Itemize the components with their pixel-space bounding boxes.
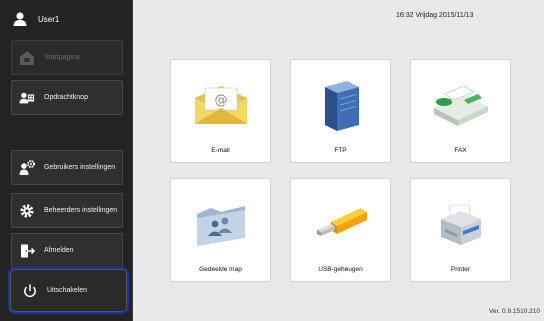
user-settings-icon (19, 159, 35, 176)
printer-tile[interactable]: Printer (410, 178, 511, 282)
shutdown-button[interactable]: Uitschakelen (8, 267, 129, 314)
logout-icon (19, 243, 35, 259)
usb-tile[interactable]: USB-geheugen (290, 178, 391, 282)
logout-label: Afmelden (44, 247, 74, 254)
usb-label: USB-geheugen (318, 266, 363, 273)
ftp-label: FTP (334, 147, 347, 154)
logout-button[interactable]: Afmelden (11, 233, 123, 268)
job-label: Opdrachtknop (44, 94, 88, 101)
email-icon: @ (171, 76, 270, 134)
version-label: Ver. 0.9.1510.210 (489, 308, 540, 315)
ftp-server-icon (291, 76, 390, 134)
printer-icon (411, 195, 510, 253)
email-tile[interactable]: @ E-mail (170, 59, 271, 163)
ftp-tile[interactable]: FTP (290, 59, 391, 163)
user-info: User1 (12, 6, 59, 32)
email-label: E-mail (211, 147, 230, 154)
printer-label: Printer (450, 266, 471, 273)
shared-folder-icon (171, 195, 270, 253)
svg-text:@: @ (214, 93, 227, 108)
usb-icon (291, 195, 390, 253)
admin-settings-label: Beheerders instellingen (44, 207, 118, 214)
home-label: Startpagina (44, 54, 80, 61)
user-icon (13, 12, 27, 26)
shutdown-label: Uitschakelen (47, 287, 88, 294)
home-button[interactable]: Startpagina (11, 40, 123, 75)
gear-icon (19, 203, 35, 219)
admin-settings-button[interactable]: Beheerders instellingen (11, 193, 123, 228)
job-button[interactable]: Opdrachtknop (11, 80, 123, 115)
user-job-icon (19, 90, 35, 106)
shared-folder-label: Gedeelde map (199, 266, 242, 273)
sidebar: User1 Startpagina Opdrachtknop Gebruiker… (0, 0, 133, 321)
home-icon (19, 50, 35, 66)
fax-tile[interactable]: FAX (410, 59, 511, 163)
datetime: 16:32 Vrijdag 2015/11/13 (396, 12, 474, 19)
user-settings-button[interactable]: Gebruikers instellingen (11, 150, 123, 185)
fax-label: FAX (454, 147, 467, 154)
power-icon (22, 283, 38, 299)
fax-icon (411, 76, 510, 134)
user-settings-label: Gebruikers instellingen (44, 164, 116, 171)
user-name: User1 (38, 14, 60, 24)
top-bar (134, 0, 544, 36)
shared-folder-tile[interactable]: Gedeelde map (170, 178, 271, 282)
